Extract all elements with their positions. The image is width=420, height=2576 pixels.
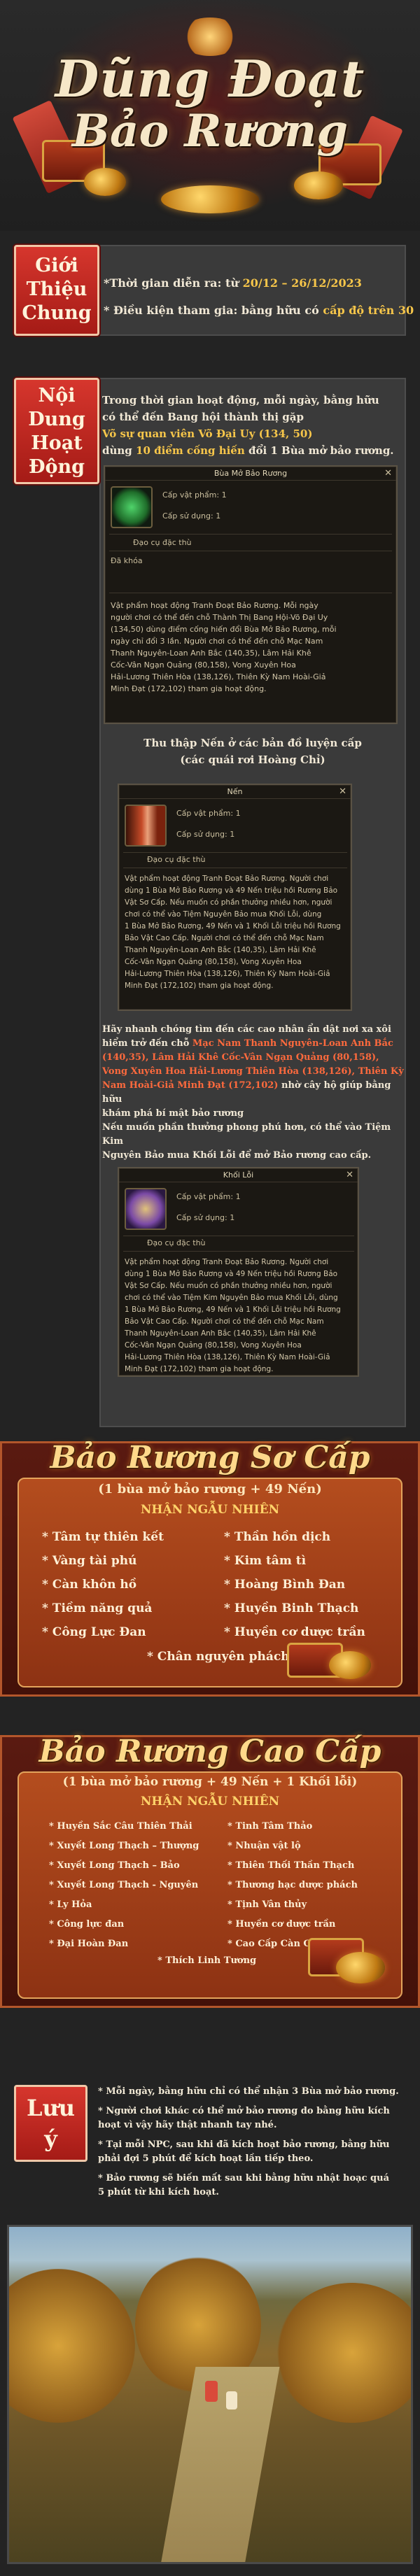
item-tooltip-nen: Nến ✕ Cấp vật phẩm: 1 Cấp sử dụng: 1 Đạo… bbox=[118, 784, 352, 1011]
item-tooltip-khoi-loi: Khối Lỗi ✕ Cấp vật phẩm: 1 Cấp sử dụng: … bbox=[118, 1167, 359, 1377]
gold-pile bbox=[294, 171, 343, 199]
tooltip-title: Khối Lỗi bbox=[119, 1168, 358, 1182]
basic-reward-list-left: * Tâm tự thiên kết * Vàng tài phú * Càn … bbox=[42, 1530, 164, 1639]
banner: Dũng Đoạt Bảo Rương bbox=[0, 0, 420, 231]
gold-pile bbox=[161, 185, 259, 213]
tooltip-description: Vật phẩm hoạt động Tranh Đoạt Bảo Rương.… bbox=[125, 875, 341, 990]
intro-time: *Thời gian diễn ra: từ 20/12 – 26/12/202… bbox=[104, 276, 362, 290]
gold-pile bbox=[336, 1952, 385, 1983]
content-label: Nội Dung Hoạt Động bbox=[14, 378, 99, 484]
khoi-loi-text: Hãy nhanh chóng tìm đến các cao nhân ẩn … bbox=[102, 1024, 404, 1161]
puppet-icon bbox=[125, 1188, 167, 1230]
candle-icon bbox=[125, 805, 167, 847]
gold-pile bbox=[329, 1651, 371, 1679]
basic-reward-list-right: * Thần hồn dịch * Kim tâm tì * Hoàng Bìn… bbox=[224, 1530, 365, 1639]
game-scene-image bbox=[7, 2225, 413, 2564]
tooltip-title: Nến bbox=[119, 785, 351, 799]
player-character bbox=[205, 2381, 218, 2402]
close-icon[interactable]: ✕ bbox=[346, 1170, 354, 1180]
advanced-reward-list-left: * Huyền Sắc Câu Thiên Thải * Xuyết Long … bbox=[49, 1821, 200, 1949]
advanced-chest-title: Bảo Rương Cao Cấp bbox=[38, 1734, 382, 1769]
advanced-reward-list-right: * Tinh Tâm Thảo * Nhuận vật lộ * Thiên T… bbox=[227, 1821, 358, 1949]
page-title-line-1: Dũng Đoạt bbox=[55, 49, 365, 108]
note-list: * Mỗi ngày, bằng hữu chỉ có thể nhận 3 B… bbox=[98, 2086, 399, 2198]
tooltip-description: Vật phẩm hoạt động Tranh Đoạt Bảo Rương.… bbox=[125, 1258, 341, 1373]
intro-label: Giới Thiệu Chung bbox=[14, 245, 99, 336]
nen-caption: Thu thập Nến ở các bản đồ luyện cấp (các… bbox=[144, 737, 362, 766]
tooltip-description: Vật phẩm hoạt động Tranh Đoạt Bảo Rương.… bbox=[111, 601, 337, 693]
close-icon[interactable]: ✕ bbox=[339, 786, 346, 797]
content-intro: Trong thời gian hoạt động, mỗi ngày, bằn… bbox=[102, 394, 394, 457]
close-icon[interactable]: ✕ bbox=[384, 468, 392, 479]
gold-pile bbox=[84, 168, 126, 196]
npc-character bbox=[226, 2391, 237, 2409]
intro-condition: * Điều kiện tham gia: bằng hữu có cấp độ… bbox=[104, 304, 414, 317]
amulet-icon bbox=[111, 486, 153, 528]
basic-chest-title: Bảo Rương Sơ Cấp bbox=[50, 1440, 370, 1475]
item-tooltip-bua: Bùa Mở Bảo Rương ✕ Cấp vật phẩm: 1 Cấp s… bbox=[104, 465, 398, 724]
note-label: Lưu ý bbox=[14, 2085, 88, 2162]
page-title-line-2: Bảo Rương bbox=[71, 105, 349, 157]
tooltip-title: Bùa Mở Bảo Rương bbox=[105, 467, 396, 481]
